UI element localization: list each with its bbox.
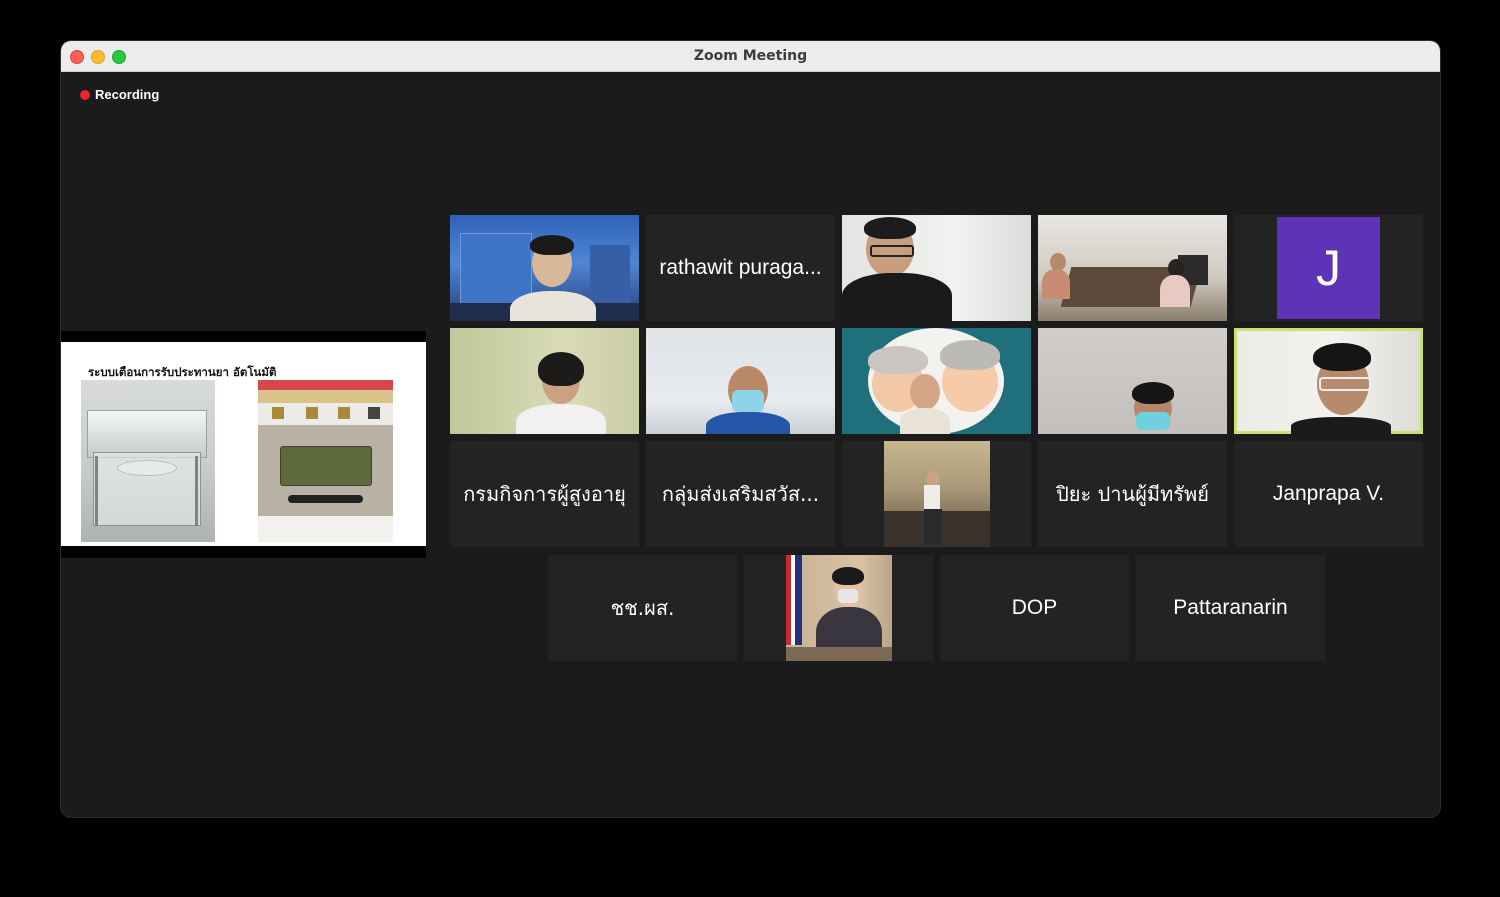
participant-avatar: J (1277, 217, 1380, 319)
participant-video (842, 328, 1031, 434)
participant-name: rathawit puraga... (659, 256, 822, 279)
presentation-slide: ระบบเตือนการรับประทานยา อัตโนมัติ (61, 342, 426, 546)
participant-name: กรมกิจการผู้สูงอายุ (463, 482, 626, 506)
participant-name: ชช.ผส. (610, 596, 675, 620)
participant-tile[interactable]: DOP (940, 555, 1129, 661)
participant-tile[interactable]: rathawit puraga... (646, 215, 835, 321)
participant-tile[interactable]: J (1234, 215, 1423, 321)
recording-indicator[interactable]: Recording (80, 87, 159, 102)
zoom-window: Zoom Meeting Recording ระบบเตือนการรับปร… (61, 41, 1440, 817)
participant-name: DOP (1011, 596, 1058, 619)
participant-tile[interactable] (450, 328, 639, 434)
participant-video (1237, 331, 1420, 434)
participant-tile[interactable] (450, 215, 639, 321)
participant-name: ปิยะ ปานผู้มีทรัพย์ (1056, 482, 1209, 506)
participant-name: กลุ่มส่งเสริมสวัส... (661, 482, 820, 506)
participant-video (450, 215, 639, 321)
participant-tile[interactable] (1038, 215, 1227, 321)
participant-video (1038, 328, 1227, 434)
participant-video (786, 555, 892, 661)
participant-name: Janprapa V. (1272, 482, 1385, 505)
participant-video (842, 215, 1031, 321)
participant-tile[interactable] (1038, 328, 1227, 434)
title-bar[interactable]: Zoom Meeting (61, 41, 1440, 72)
recording-dot-icon (80, 89, 90, 100)
participant-video (450, 328, 639, 434)
participant-tile[interactable] (646, 328, 835, 434)
participant-tile[interactable]: Janprapa V. (1234, 441, 1423, 547)
participant-video (1038, 215, 1227, 321)
participant-video (646, 328, 835, 434)
recording-label: Recording (95, 87, 160, 102)
app-screenshot (258, 380, 393, 542)
window-title: Zoom Meeting (693, 48, 808, 64)
participant-video (884, 441, 990, 547)
participant-tile-active-speaker[interactable] (1234, 328, 1423, 434)
participant-tile[interactable]: Pattaranarin (1136, 555, 1325, 661)
avatar-initial: J (1316, 240, 1341, 296)
participant-tile[interactable] (842, 328, 1031, 434)
participant-tile[interactable]: กรมกิจการผู้สูงอายุ (450, 441, 639, 547)
participant-tile[interactable]: ปิยะ ปานผู้มีทรัพย์ (1038, 441, 1227, 547)
participant-name: Pattaranarin (1173, 596, 1288, 619)
participant-tile[interactable] (842, 215, 1031, 321)
participant-tile[interactable] (842, 441, 1031, 547)
participant-tile[interactable]: กลุ่มส่งเสริมสวัส... (646, 441, 835, 547)
participant-tile[interactable] (744, 555, 933, 661)
device-photo (81, 380, 215, 542)
shared-screen[interactable]: ระบบเตือนการรับประทานยา อัตโนมัติ (61, 331, 426, 558)
participant-tile[interactable]: ชช.ผส. (548, 555, 737, 661)
